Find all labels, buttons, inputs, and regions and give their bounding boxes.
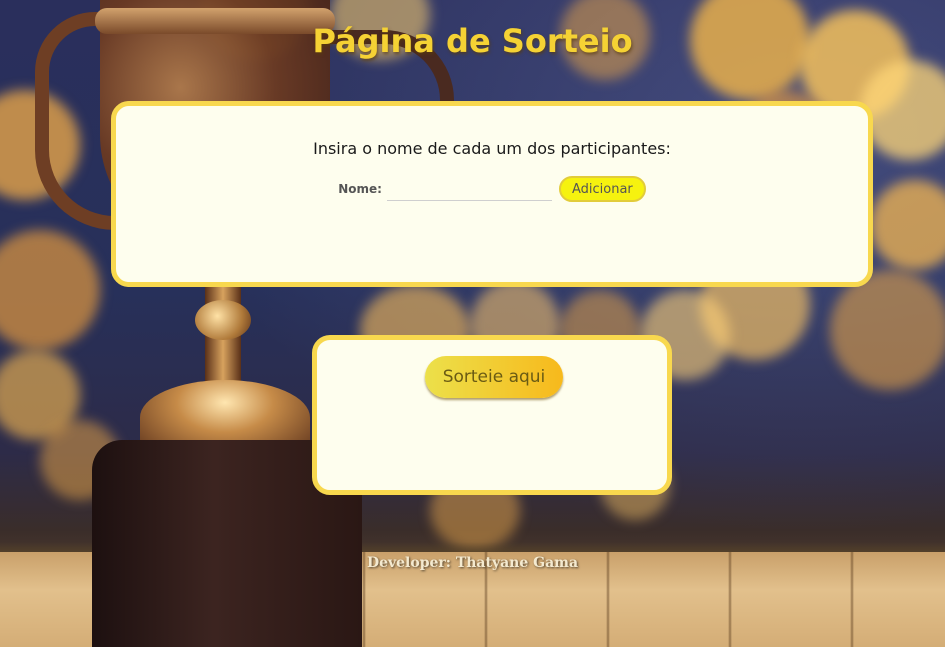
developer-credit: Developer: Thatyane Gama bbox=[366, 555, 579, 571]
add-button[interactable]: Adicionar bbox=[558, 176, 646, 202]
name-label: Nome: bbox=[338, 182, 382, 196]
participants-card: Insira o nome de cada um dos participant… bbox=[111, 101, 873, 287]
draw-button[interactable]: Sorteie aqui bbox=[425, 356, 563, 398]
instruction-text: Insira o nome de cada um dos participant… bbox=[313, 139, 671, 158]
name-input[interactable] bbox=[386, 177, 552, 201]
page-title: Página de Sorteio bbox=[312, 22, 633, 60]
background-image bbox=[0, 0, 945, 647]
add-participant-form: Nome: Adicionar bbox=[116, 176, 868, 202]
draw-card: Sorteie aqui bbox=[312, 335, 672, 495]
